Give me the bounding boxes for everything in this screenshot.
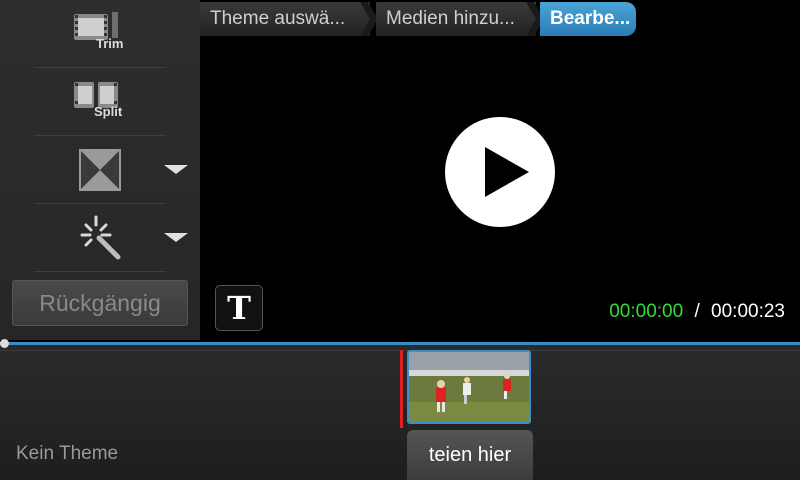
divider <box>34 271 166 272</box>
split-button[interactable]: Split <box>0 68 200 136</box>
effects-dropdown-icon[interactable] <box>164 233 188 242</box>
tool-panel: Trim Split Rückgängig <box>0 0 200 340</box>
trim-label: Trim <box>96 36 124 51</box>
play-icon <box>485 147 529 197</box>
video-clip-thumbnail[interactable] <box>407 350 531 424</box>
breadcrumb-item-edit[interactable]: Bearbe... <box>540 2 636 36</box>
transition-button[interactable] <box>0 136 200 204</box>
clip-preview-image <box>409 352 529 422</box>
time-separator: / <box>694 301 700 322</box>
playhead[interactable] <box>400 350 403 428</box>
time-display: 00:00:00 / 00:00:23 <box>609 301 785 323</box>
effects-button[interactable] <box>0 204 200 272</box>
breadcrumb-item-media[interactable]: Medien hinzu... <box>376 2 536 36</box>
time-total: 00:00:23 <box>711 301 785 322</box>
scrub-bar[interactable] <box>0 342 800 345</box>
text-title-button[interactable]: T <box>215 285 263 331</box>
play-button[interactable] <box>445 117 555 227</box>
theme-label: Kein Theme <box>16 443 119 464</box>
undo-button[interactable]: Rückgängig <box>12 280 188 326</box>
split-label: Split <box>94 104 123 119</box>
text-t-icon: T <box>227 289 251 327</box>
breadcrumb: Theme auswä... Medien hinzu... Bearbe... <box>200 0 800 38</box>
drop-files-hint[interactable]: teien hier <box>407 430 533 480</box>
magic-wand-icon <box>80 215 121 260</box>
scrub-handle[interactable] <box>0 339 9 348</box>
transition-dropdown-icon[interactable] <box>164 165 188 174</box>
breadcrumb-item-theme[interactable]: Theme auswä... <box>200 2 370 36</box>
drop-hint-text: teien hier <box>428 443 512 466</box>
time-current: 00:00:00 <box>609 301 684 322</box>
trim-button[interactable]: Trim <box>0 0 200 68</box>
transition-icon <box>79 149 121 191</box>
